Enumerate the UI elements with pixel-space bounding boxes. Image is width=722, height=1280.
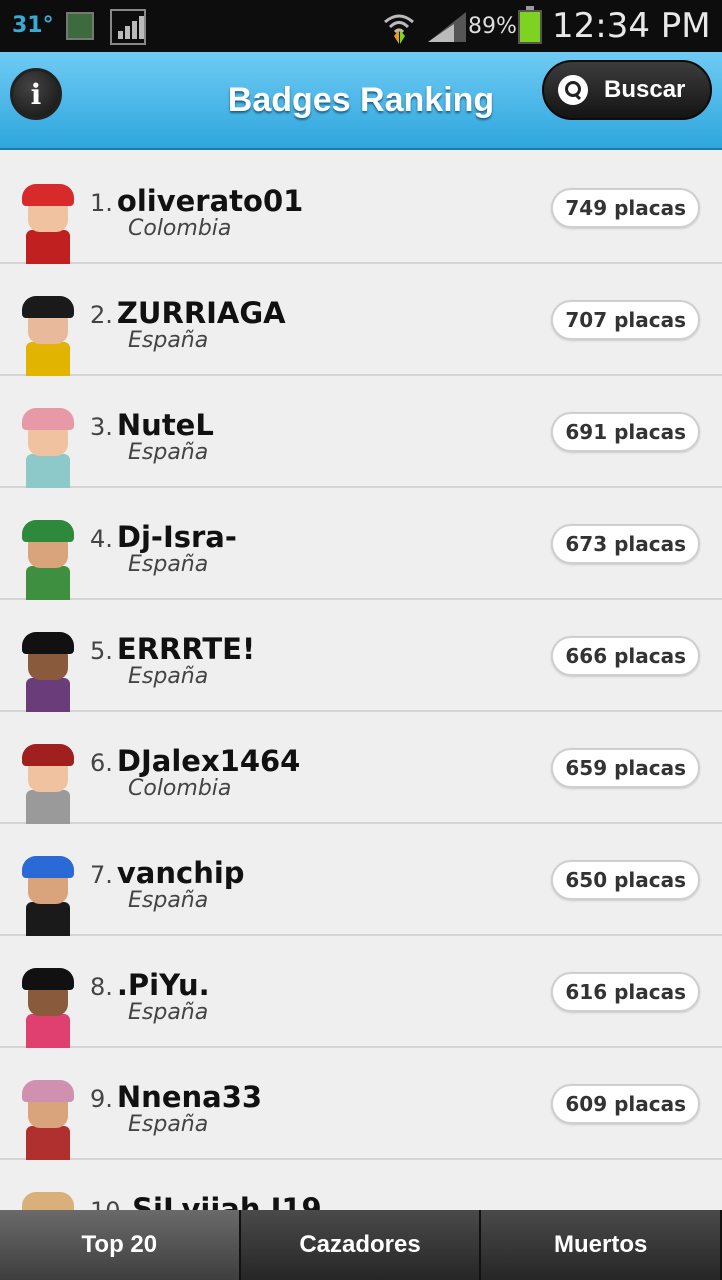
ranking-list[interactable]: 1. oliverato01 Colombia 749 placas 2. ZURR…: [0, 152, 722, 1210]
ranking-row[interactable]: 1. oliverato01 Colombia 749 placas: [0, 152, 722, 264]
signal-notification-icon: [110, 9, 146, 45]
user-avatar: [20, 1190, 76, 1210]
badge-count: 666 placas: [551, 636, 700, 676]
user-name: SiLviiah I19: [132, 1192, 322, 1210]
search-button[interactable]: Buscar: [542, 60, 712, 120]
app-header: Badges Ranking i Buscar: [0, 52, 722, 150]
user-avatar: [20, 518, 76, 600]
status-bar: 31° 89% 12:34 PM: [0, 0, 722, 52]
user-name: ERRRTE!: [116, 632, 256, 666]
rank-number: 9. Nnena33: [90, 1080, 263, 1114]
user-name: DJalex1464: [116, 744, 301, 778]
ranking-row[interactable]: 7. vanchip España 650 placas: [0, 824, 722, 936]
ranking-row[interactable]: 6. DJalex1464 Colombia 659 placas: [0, 712, 722, 824]
ranking-row[interactable]: 4. Dj-Isra- España 673 placas: [0, 488, 722, 600]
user-name: vanchip: [116, 856, 245, 890]
rank-number: 10.SiLviiah I19: [90, 1192, 322, 1210]
user-avatar: [20, 294, 76, 376]
user-name: .PiYu.: [116, 968, 210, 1002]
weather-temperature: 31°: [12, 13, 54, 38]
ranking-row[interactable]: 5. ERRRTE! España 666 placas: [0, 600, 722, 712]
info-button[interactable]: i: [10, 68, 62, 120]
user-avatar: [20, 742, 76, 824]
user-avatar: [20, 1078, 76, 1160]
user-country: España: [128, 328, 209, 353]
user-country: España: [128, 664, 209, 689]
user-country: España: [128, 440, 209, 465]
user-avatar: [20, 966, 76, 1048]
gallery-notification-icon: [66, 12, 94, 40]
ranking-row[interactable]: 9. Nnena33 España 609 placas: [0, 1048, 722, 1160]
search-button-label: Buscar: [604, 76, 686, 103]
user-country: Colombia: [128, 216, 232, 241]
cell-signal-icon: [428, 12, 466, 42]
user-avatar: [20, 182, 76, 264]
badge-count: 659 placas: [551, 748, 700, 788]
user-avatar: [20, 630, 76, 712]
search-icon: [558, 75, 588, 105]
user-country: España: [128, 1112, 209, 1137]
battery-percent: 89%: [468, 14, 517, 39]
rank-number: 1. oliverato01: [90, 184, 304, 218]
user-country: España: [128, 552, 209, 577]
badge-count: 616 placas: [551, 972, 700, 1012]
badge-count: 650 placas: [551, 860, 700, 900]
info-icon: i: [30, 77, 42, 111]
user-name: oliverato01: [116, 184, 304, 218]
user-avatar: [20, 854, 76, 936]
rank-number: 7. vanchip: [90, 856, 245, 890]
user-name: Dj-Isra-: [116, 520, 237, 554]
clock: 12:34 PM: [552, 6, 711, 46]
bottom-tab-bar: Top 20 Cazadores Muertos: [0, 1210, 722, 1280]
user-avatar: [20, 406, 76, 488]
user-country: Colombia: [128, 776, 232, 801]
ranking-row[interactable]: 8. .PiYu. España 616 placas: [0, 936, 722, 1048]
ranking-row[interactable]: 2. ZURRIAGA España 707 placas: [0, 264, 722, 376]
rank-number: 3. NuteL: [90, 408, 214, 442]
wifi-icon: [384, 14, 414, 44]
ranking-row[interactable]: 3. NuteL España 691 placas: [0, 376, 722, 488]
rank-number: 5. ERRRTE!: [90, 632, 256, 666]
rank-number: 2. ZURRIAGA: [90, 296, 286, 330]
user-name: Nnena33: [116, 1080, 263, 1114]
badge-count: 707 placas: [551, 300, 700, 340]
user-name: ZURRIAGA: [116, 296, 286, 330]
user-country: España: [128, 1000, 209, 1025]
rank-number: 8. .PiYu.: [90, 968, 210, 1002]
badge-count: 609 placas: [551, 1084, 700, 1124]
badge-count: 673 placas: [551, 524, 700, 564]
badge-count: 691 placas: [551, 412, 700, 452]
ranking-row[interactable]: 10.SiLviiah I19: [0, 1160, 722, 1210]
badge-count: 749 placas: [551, 188, 700, 228]
tab-muertos[interactable]: Muertos: [481, 1210, 722, 1280]
rank-number: 6. DJalex1464: [90, 744, 301, 778]
tab-top-20[interactable]: Top 20: [0, 1210, 241, 1280]
tab-cazadores[interactable]: Cazadores: [240, 1210, 482, 1280]
battery-icon: [518, 6, 542, 44]
user-name: NuteL: [116, 408, 214, 442]
rank-number: 4. Dj-Isra-: [90, 520, 237, 554]
user-country: España: [128, 888, 209, 913]
